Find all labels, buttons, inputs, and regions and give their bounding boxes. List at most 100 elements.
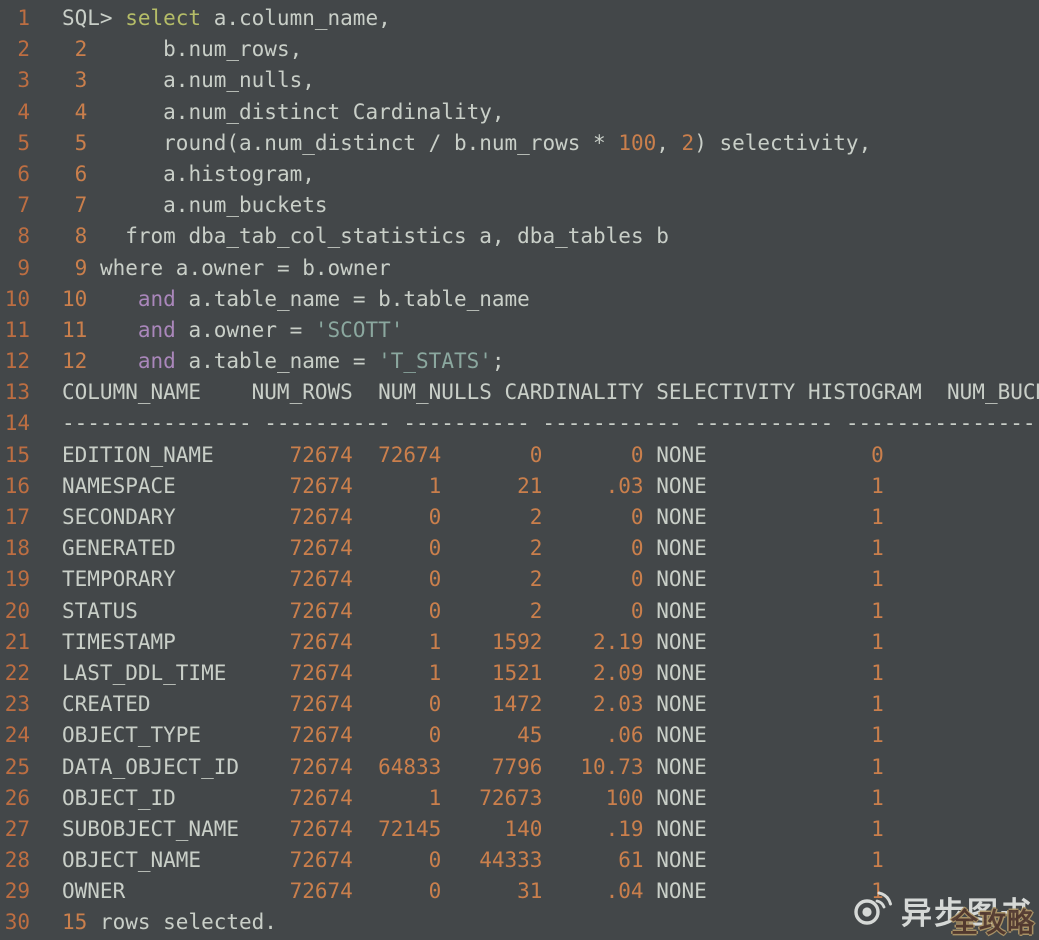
cell-selectivity: .19 xyxy=(542,814,643,845)
cell-num_buckets: 1 xyxy=(732,564,884,595)
cell-column_name: SUBOBJECT_NAME xyxy=(62,814,252,845)
cell-cardinality: 2 xyxy=(441,564,542,595)
code-token: 8 xyxy=(62,224,87,248)
table-row: SECONDARY72674020NONE1 xyxy=(62,502,1039,533)
cell-num_nulls: 0 xyxy=(353,845,442,876)
cell-num_rows: 72674 xyxy=(252,752,353,783)
code-token: and xyxy=(138,287,176,311)
cell-histogram: NONE xyxy=(644,658,733,689)
table-row: LAST_DDL_TIME72674115212.09NONE1 xyxy=(62,658,1039,689)
table-row: TEMPORARY72674020NONE1 xyxy=(62,564,1039,595)
cell-num_buckets: 1 xyxy=(732,471,884,502)
line-number: 25 xyxy=(0,752,30,783)
code-token: 12 xyxy=(62,349,87,373)
cell-num_nulls: 0 xyxy=(353,564,442,595)
cell-column_name: TIMESTAMP xyxy=(62,627,252,658)
line-content: 12 and a.table_name = 'T_STATS'; xyxy=(62,346,1039,377)
cell-cardinality: 1472 xyxy=(441,689,542,720)
cell-num_buckets: 1 xyxy=(732,502,884,533)
code-token: 2 xyxy=(62,37,87,61)
cell-column_name: EDITION_NAME xyxy=(62,440,252,471)
code-token: 9 xyxy=(62,256,87,280)
code-token: select xyxy=(125,6,201,30)
code-token: , xyxy=(656,131,681,155)
cell-column_name: SECONDARY xyxy=(62,502,252,533)
cell-histogram: NONE xyxy=(644,876,733,907)
cell-histogram: NONE xyxy=(644,440,733,471)
line-number: 29 xyxy=(0,876,30,907)
terminal-line: 16NAMESPACE72674121.03NONE1 xyxy=(0,471,1039,502)
cell-histogram: NONE xyxy=(644,596,733,627)
terminal-line: 29OWNER72674031.04NONE1 xyxy=(0,876,1039,907)
code-token: 'T_STATS' xyxy=(378,349,492,373)
cell-histogram: NONE xyxy=(644,720,733,751)
cell-cardinality: 1592 xyxy=(441,627,542,658)
cell-cardinality: 0 xyxy=(441,440,542,471)
cell-column_name: OBJECT_ID xyxy=(62,783,252,814)
code-token xyxy=(87,318,138,342)
line-number: 27 xyxy=(0,814,30,845)
terminal-line: 19TEMPORARY72674020NONE1 xyxy=(0,564,1039,595)
terminal-output: 1SQL> select a.column_name,2 2 b.num_row… xyxy=(0,3,1039,939)
code-token: 'SCOTT' xyxy=(315,318,404,342)
line-number: 14 xyxy=(0,408,30,439)
cell-num_rows: 72674 xyxy=(252,471,353,502)
line-number: 8 xyxy=(0,221,30,252)
cell-selectivity: .04 xyxy=(542,876,643,907)
cell-column_name: OWNER xyxy=(62,876,252,907)
sql-terminal[interactable]: 1SQL> select a.column_name,2 2 b.num_row… xyxy=(0,0,1039,939)
code-token: round(a.num_distinct / b.num_rows * xyxy=(87,131,618,155)
line-number: 21 xyxy=(0,627,30,658)
cell-column_name: TEMPORARY xyxy=(62,564,252,595)
cell-selectivity: 0 xyxy=(542,533,643,564)
line-number: 18 xyxy=(0,533,30,564)
line-content: --------------- ---------- ---------- --… xyxy=(62,408,1039,439)
terminal-line: 3 3 a.num_nulls, xyxy=(0,65,1039,96)
line-number: 26 xyxy=(0,783,30,814)
terminal-line: 27 SUBOBJECT_NAME7267472145140.19NONE1 xyxy=(0,814,1039,845)
cell-column_name: NAMESPACE xyxy=(62,471,252,502)
code-token: 11 xyxy=(62,318,87,342)
terminal-line: 8 8 from dba_tab_col_statistics a, dba_t… xyxy=(0,221,1039,252)
code-token: 6 xyxy=(62,162,87,186)
line-number: 22 xyxy=(0,658,30,689)
cell-num_buckets: 1 xyxy=(732,627,884,658)
cell-column_name: STATUS xyxy=(62,596,252,627)
code-token: a.table_name = b.table_name xyxy=(176,287,530,311)
code-token: SQL> xyxy=(62,6,125,30)
cell-num_nulls: 0 xyxy=(353,720,442,751)
cell-cardinality: 140 xyxy=(441,814,542,845)
cell-num_buckets: 1 xyxy=(732,720,884,751)
cell-num_buckets: 1 xyxy=(732,752,884,783)
cell-selectivity: 100 xyxy=(542,783,643,814)
cell-column_name: GENERATED xyxy=(62,533,252,564)
code-token: a.num_nulls, xyxy=(87,68,315,92)
cell-cardinality: 1521 xyxy=(441,658,542,689)
terminal-line: 9 9 where a.owner = b.owner xyxy=(0,253,1039,284)
cell-num_buckets: 1 xyxy=(732,533,884,564)
cell-histogram: NONE xyxy=(644,845,733,876)
code-token: where a.owner = b.owner xyxy=(87,256,390,280)
cell-cardinality: 31 xyxy=(441,876,542,907)
cell-num_rows: 72674 xyxy=(252,502,353,533)
line-content: 2 b.num_rows, xyxy=(62,34,1039,65)
cell-num_rows: 72674 xyxy=(252,814,353,845)
table-row: SUBOBJECT_NAME7267472145140.19NONE1 xyxy=(62,814,1039,845)
terminal-line: 3015 rows selected. xyxy=(0,907,1039,938)
code-token: rows selected. xyxy=(87,910,277,934)
terminal-line: 4 4 a.num_distinct Cardinality, xyxy=(0,97,1039,128)
terminal-line: 14 --------------- ---------- ---------- … xyxy=(0,408,1039,439)
cell-num_buckets: 1 xyxy=(732,814,884,845)
cell-num_buckets: 1 xyxy=(732,783,884,814)
cell-num_nulls: 1 xyxy=(353,471,442,502)
code-token: 2 xyxy=(682,131,695,155)
line-number: 1 xyxy=(0,3,30,34)
cell-num_rows: 72674 xyxy=(252,440,353,471)
cell-column_name: OBJECT_NAME xyxy=(62,845,252,876)
cell-histogram: NONE xyxy=(644,689,733,720)
cell-selectivity: 2.03 xyxy=(542,689,643,720)
cell-num_nulls: 64833 xyxy=(353,752,442,783)
line-content: 6 a.histogram, xyxy=(62,159,1039,190)
line-number: 9 xyxy=(0,253,30,284)
line-number: 10 xyxy=(0,284,30,315)
